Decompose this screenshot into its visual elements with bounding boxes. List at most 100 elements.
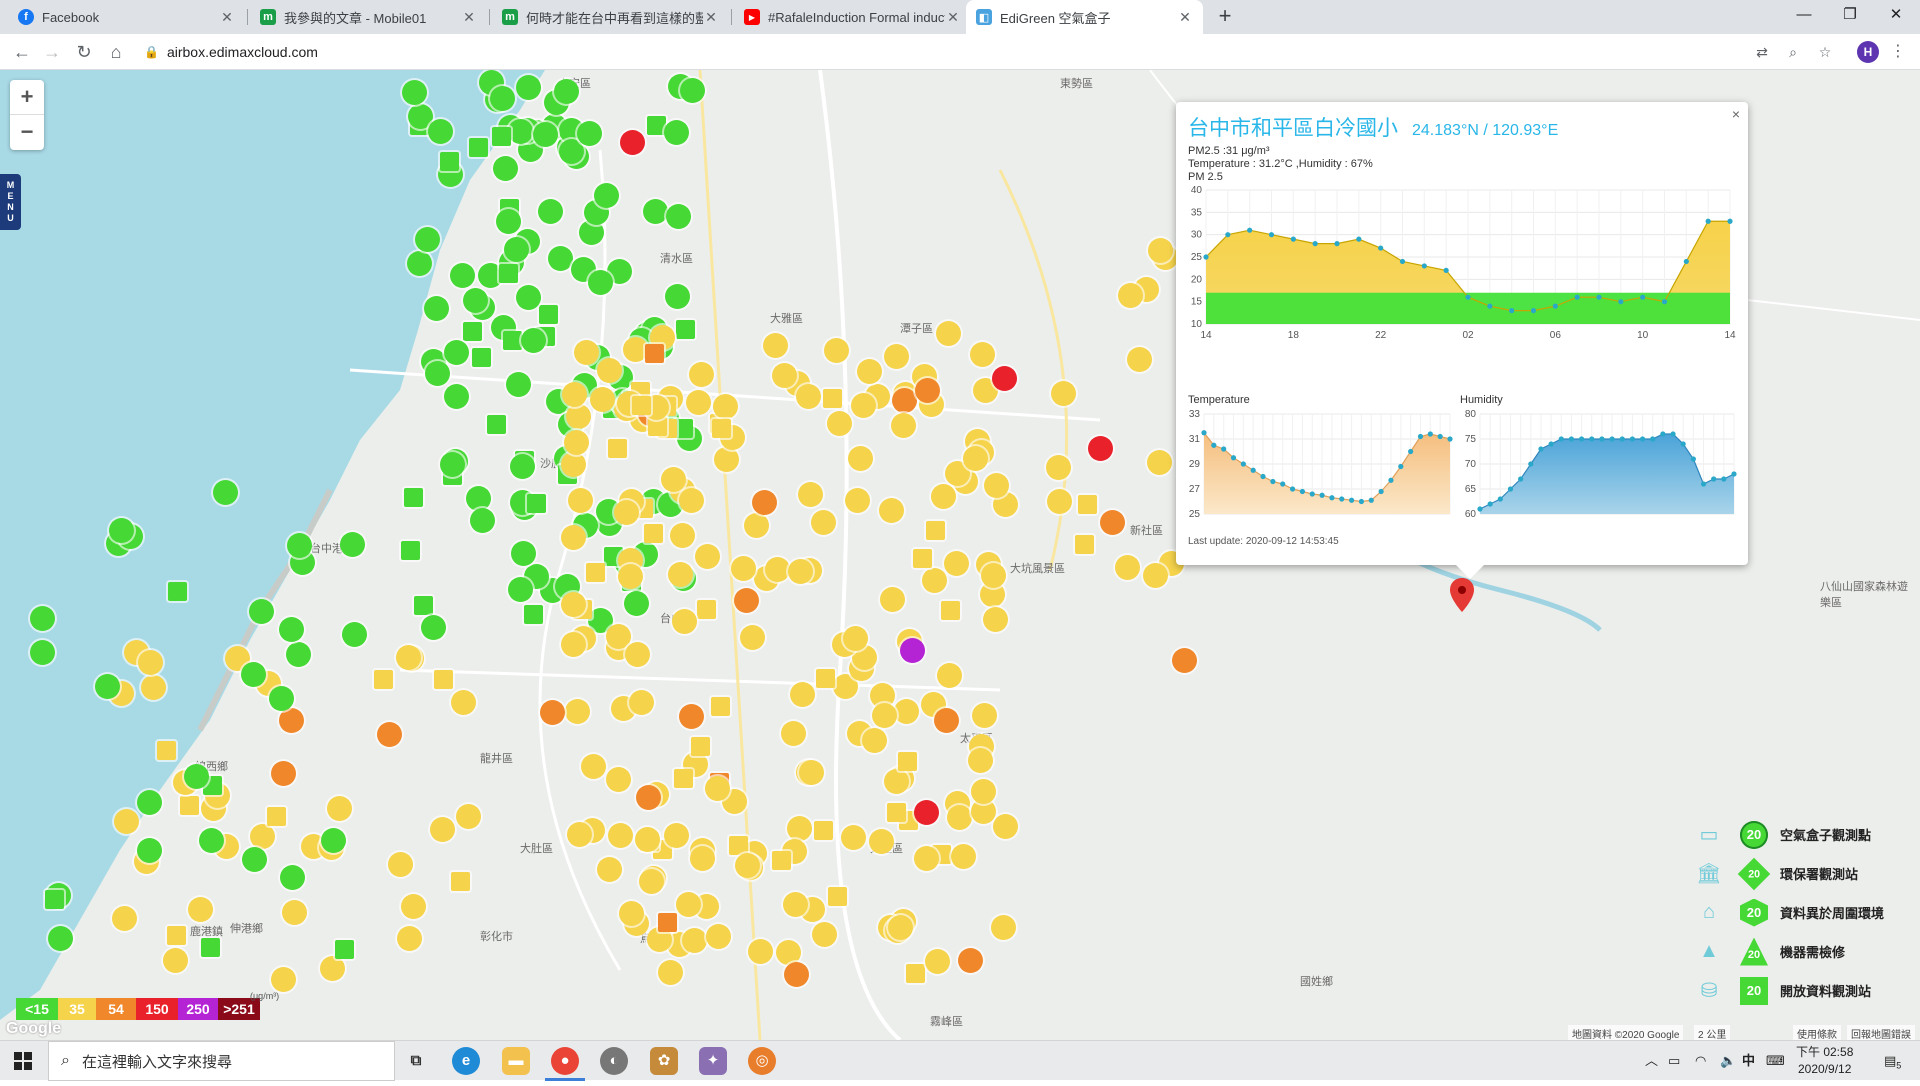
sensor-marker[interactable] [811, 921, 837, 947]
sensor-marker[interactable] [635, 826, 661, 852]
sensor-marker[interactable] [433, 669, 453, 689]
windows-start-icon[interactable] [14, 1052, 32, 1070]
sensor-marker[interactable] [486, 414, 506, 434]
tab-mobile01-article[interactable]: m 何時才能在台中再看到這樣的藍天 ✕ [492, 0, 729, 34]
sensor-marker[interactable] [166, 925, 186, 945]
sensor-marker[interactable] [981, 562, 1007, 588]
maximize-button[interactable]: ❐ [1827, 0, 1873, 34]
address-bar[interactable]: 🔒 airbox.edimaxcloud.com [140, 38, 1740, 66]
new-tab-button[interactable]: + [1213, 5, 1237, 29]
sensor-marker[interactable] [444, 383, 470, 409]
sensor-marker[interactable] [618, 900, 644, 926]
sensor-marker[interactable] [622, 337, 648, 363]
sensor-marker[interactable] [440, 152, 460, 172]
sensor-marker[interactable] [400, 893, 426, 919]
sensor-marker[interactable] [498, 264, 518, 284]
sensor-marker[interactable] [376, 721, 402, 747]
sensor-marker[interactable] [450, 689, 476, 715]
sensor-marker[interactable] [507, 118, 533, 144]
sensor-marker[interactable] [893, 698, 919, 724]
tray-overflow-icon[interactable]: ︿ [1645, 1041, 1658, 1081]
sensor-marker[interactable] [934, 708, 959, 733]
sensor-marker[interactable] [734, 588, 759, 613]
sensor-marker[interactable] [685, 390, 711, 416]
sensor-marker[interactable] [891, 387, 917, 413]
sensor-marker[interactable] [319, 956, 345, 982]
sensor-marker[interactable] [180, 796, 200, 816]
sensor-marker[interactable] [648, 417, 668, 437]
reload-button[interactable]: ↻ [72, 40, 96, 64]
sensor-marker[interactable] [696, 599, 716, 619]
sensor-marker[interactable] [403, 488, 423, 507]
sensor-marker[interactable] [958, 947, 984, 973]
edge-icon[interactable]: e [452, 1047, 480, 1075]
sensor-marker[interactable] [267, 806, 287, 826]
sensor-marker[interactable] [1075, 534, 1095, 554]
tab-mobile01[interactable]: m 我參與的文章 - Mobile01 ✕ [250, 0, 487, 34]
sensor-marker[interactable] [735, 852, 761, 878]
sensor-marker[interactable] [936, 663, 962, 689]
bookmark-star-icon[interactable]: ☆ [1815, 42, 1835, 62]
sensor-marker[interactable] [679, 77, 705, 103]
minimize-button[interactable]: — [1781, 0, 1827, 34]
sensor-marker[interactable] [856, 358, 882, 384]
sensor-marker[interactable] [1046, 488, 1072, 514]
sensor-marker[interactable] [914, 800, 939, 825]
sensor-marker[interactable] [492, 156, 518, 181]
sensor-marker[interactable] [810, 509, 836, 535]
sensor-marker[interactable] [503, 331, 523, 351]
sensor-marker[interactable] [515, 284, 541, 310]
sensor-marker[interactable] [623, 591, 649, 617]
blender-icon[interactable]: ◎ [748, 1047, 776, 1075]
sensor-marker[interactable] [1077, 494, 1097, 514]
sensor-marker[interactable] [137, 649, 163, 675]
zoom-in-button[interactable]: + [10, 80, 44, 115]
sensor-marker[interactable] [673, 768, 693, 788]
sensor-marker[interactable] [620, 130, 645, 155]
home-button[interactable]: ⌂ [104, 40, 128, 64]
sensor-marker[interactable] [339, 531, 365, 557]
sensor-marker[interactable] [868, 828, 894, 854]
sensor-marker[interactable] [628, 689, 654, 715]
sensor-marker[interactable] [690, 737, 710, 757]
sensor-marker[interactable] [440, 451, 466, 477]
sensor-marker[interactable] [969, 341, 995, 367]
sensor-marker[interactable] [29, 640, 55, 666]
sensor-marker[interactable] [646, 116, 666, 136]
sensor-marker[interactable] [763, 332, 789, 358]
sensor-marker[interactable] [799, 759, 825, 785]
close-tab-icon[interactable]: ✕ [703, 9, 719, 26]
sensor-marker[interactable] [547, 246, 573, 272]
sensor-marker[interactable] [450, 871, 470, 891]
sensor-marker[interactable] [772, 850, 792, 870]
sensor-marker[interactable] [334, 939, 354, 959]
back-button[interactable]: ← [10, 40, 34, 64]
sensor-marker[interactable] [561, 631, 587, 657]
sensor-marker[interactable] [689, 361, 715, 387]
sensor-marker[interactable] [387, 851, 413, 877]
sensor-marker[interactable] [764, 556, 790, 582]
sensor-marker[interactable] [665, 204, 691, 230]
sensor-marker[interactable] [406, 251, 432, 277]
sensor-marker[interactable] [520, 327, 546, 353]
sensor-marker[interactable] [585, 563, 605, 583]
sensor-marker[interactable] [982, 607, 1008, 633]
sensor-marker[interactable] [470, 507, 496, 533]
sensor-marker[interactable] [564, 429, 590, 455]
sensor-marker[interactable] [664, 120, 690, 146]
sensor-marker[interactable] [573, 339, 599, 365]
sensor-marker[interactable] [596, 358, 622, 384]
sensor-marker[interactable] [249, 823, 275, 849]
menu-tab[interactable]: M E N U [0, 174, 21, 230]
sensor-marker[interactable] [510, 540, 536, 566]
sensor-marker[interactable] [841, 824, 867, 850]
sensor-marker[interactable] [326, 796, 352, 822]
sensor-marker[interactable] [823, 388, 843, 408]
sensor-marker[interactable] [156, 741, 176, 761]
sensor-marker[interactable] [607, 822, 633, 848]
sensor-marker[interactable] [424, 295, 450, 321]
sensor-marker[interactable] [658, 912, 678, 932]
sensor-marker[interactable] [1088, 436, 1113, 461]
close-tab-icon[interactable]: ✕ [461, 9, 477, 26]
sensor-marker[interactable] [45, 889, 65, 909]
